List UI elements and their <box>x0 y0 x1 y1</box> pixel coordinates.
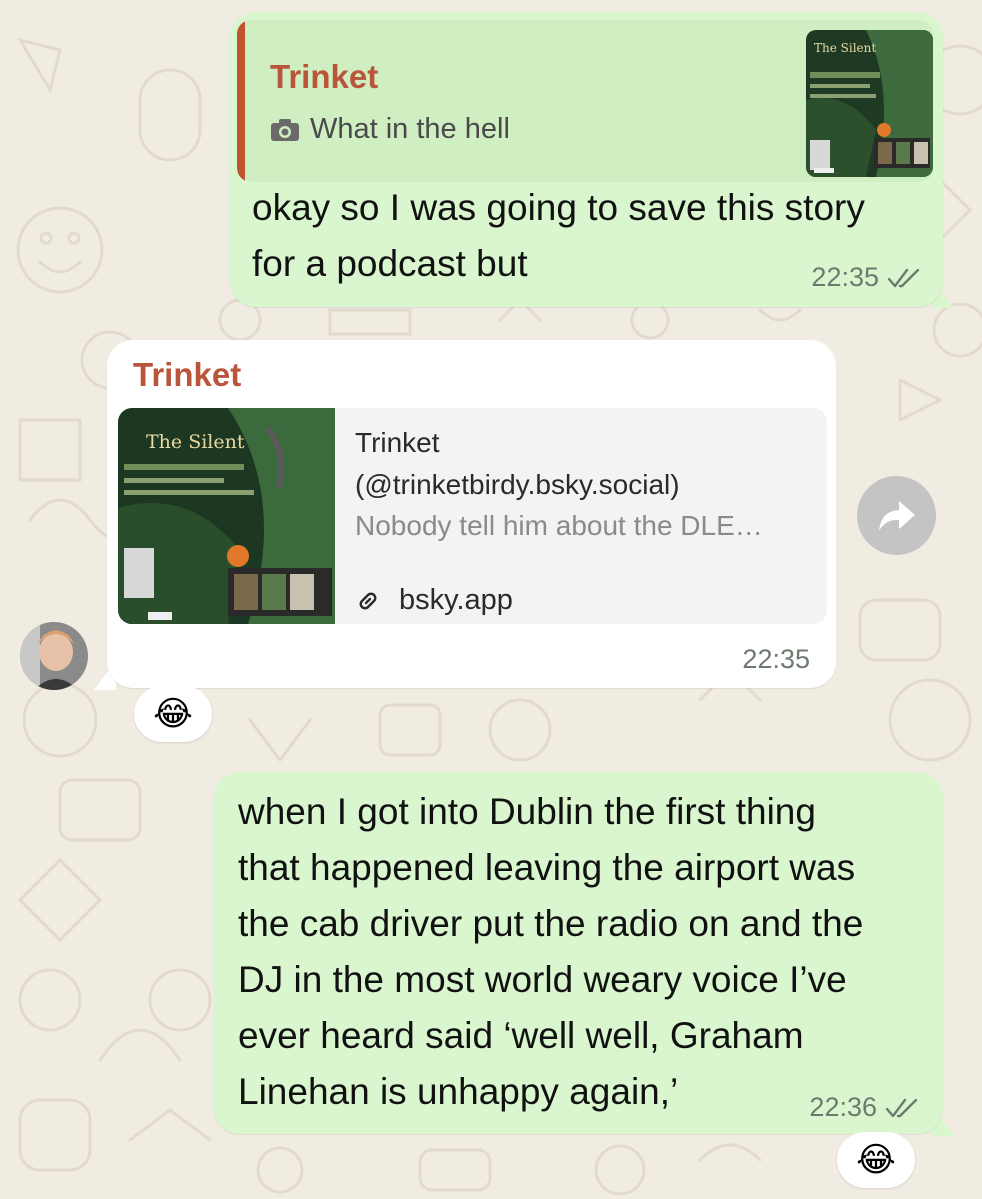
quoted-text: What in the hell <box>270 113 510 146</box>
quote-accent-bar <box>237 20 245 182</box>
quoted-image-thumbnail[interactable]: The Silent <box>806 30 933 177</box>
avatar-image <box>20 622 88 690</box>
link-preview-title: Trinket (@trinketbirdy.bsky.social) <box>355 427 680 500</box>
link-preview-thumbnail[interactable]: The Silent <box>118 408 335 624</box>
link-preview-description: Nobody tell him about the DLE… <box>355 510 763 541</box>
game-screenshot-image: The Silent <box>118 408 335 624</box>
outgoing-message[interactable]: Trinket What in the hell The Silent okay… <box>230 12 943 307</box>
outgoing-message[interactable]: when I got into Dublin the first thing t… <box>214 772 943 1134</box>
message-time: 22:35 <box>811 262 879 292</box>
link-icon <box>359 592 377 609</box>
laughing-emoji-icon: 😂 <box>856 1141 896 1179</box>
sender-avatar[interactable] <box>20 622 88 690</box>
message-text: when I got into Dublin the first thing t… <box>238 791 864 1112</box>
game-screenshot-thumbnail: The Silent <box>806 30 933 177</box>
reaction-badge[interactable]: 😂 <box>134 686 212 742</box>
laughing-emoji-icon: 😂 <box>153 695 193 733</box>
sender-name[interactable]: Trinket <box>133 356 241 394</box>
forward-button[interactable] <box>857 476 936 555</box>
link-domain-text: bsky.app <box>399 584 513 616</box>
quoted-text-label: What in the hell <box>310 113 510 145</box>
camera-icon <box>271 118 299 141</box>
message-meta: 22:36 <box>809 1092 919 1123</box>
quoted-author: Trinket <box>270 58 379 95</box>
message-time: 22:35 <box>742 644 810 674</box>
double-check-icon <box>887 268 920 287</box>
link-preview-domain[interactable]: bsky.app <box>355 584 513 617</box>
link-preview-card[interactable]: The Silent Trinket (@trinketbirdy.bsky.s… <box>118 408 827 624</box>
thumbnail-title: The Silent <box>146 431 245 453</box>
reaction-badge[interactable]: 😂 <box>837 1132 915 1188</box>
quoted-reply[interactable]: Trinket What in the hell The Silent <box>237 20 933 182</box>
incoming-message[interactable]: Trinket The Silent Trinket (@trinketbird… <box>107 340 836 688</box>
thumbnail-title: The Silent <box>814 41 876 55</box>
forward-arrow-icon <box>878 500 915 531</box>
message-time: 22:36 <box>809 1092 877 1122</box>
message-meta: 22:35 <box>811 262 921 293</box>
double-check-icon <box>885 1098 918 1117</box>
